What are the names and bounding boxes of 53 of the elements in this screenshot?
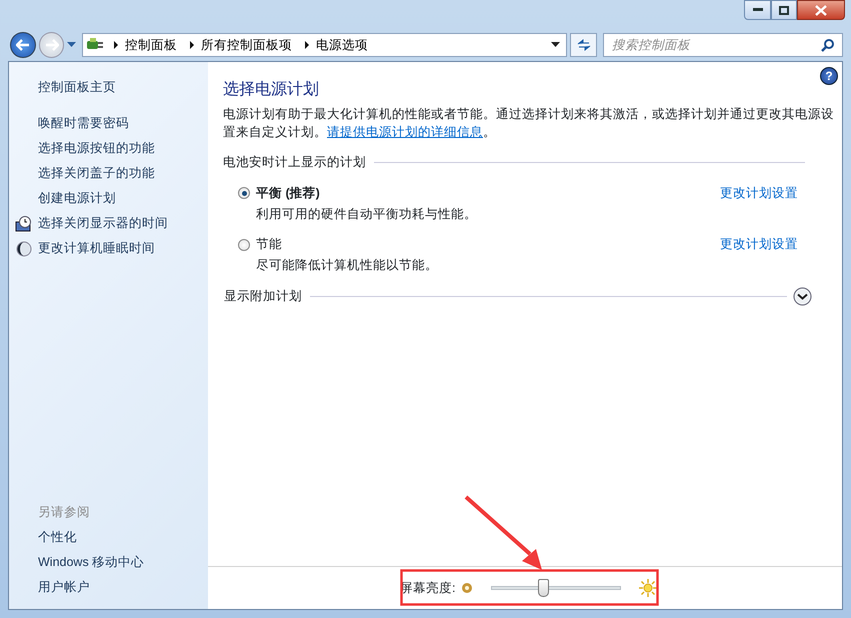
group-heading: 电池安时计上显示的计划 [223,154,366,172]
sidebar-link[interactable]: 用户帐户 [9,575,208,600]
change-settings-link[interactable]: 更改计划设置 [720,235,798,254]
slider-thumb[interactable] [538,579,550,597]
sidebar-link[interactable]: 更改计算机睡眠时间 [38,236,155,261]
minimize-icon [752,8,762,12]
close-icon [815,4,827,16]
address-bar[interactable]: 控制面板 所有控制面板项 电源选项 [82,33,568,57]
additional-plans-label: 显示附加计划 [224,288,302,306]
chevron-icon[interactable] [112,41,120,49]
description-text: 电源计划有助于最大化计算机的性能或者节能。通过选择计划来将其激活，或选择计划并通过更改其电源设置来自定义计划。请提供电源计划的详细信息。 [223,106,835,142]
plan-name: 节能 [256,236,283,254]
minimize-button[interactable] [744,0,771,20]
sidebar-link[interactable]: 创建电源计划 [38,186,116,211]
moon-icon [16,240,32,256]
search-field[interactable]: 搜索控制面板 [603,33,844,57]
expand-button[interactable] [793,287,812,306]
dim-sun-icon [461,582,474,594]
section-heading: 另请参阅 [37,504,91,522]
change-settings-link[interactable]: 更改计划设置 [720,184,798,203]
sidebar-link[interactable]: 控制面板主页 [9,75,208,100]
close-button[interactable] [797,0,845,20]
left-arrow-icon [16,39,30,51]
sidebar-link[interactable]: 选择电源按钮的功能 [38,136,155,161]
plan-description: 尽可能降低计算机性能以节能。 [256,257,439,274]
brightness-slider[interactable] [491,578,622,598]
breadcrumb-item[interactable]: 所有控制面板项 [196,36,298,54]
help-button[interactable]: ? [820,67,838,85]
refresh-button[interactable] [570,33,598,57]
breadcrumb-item[interactable]: 控制面板 [120,36,182,54]
sidebar-link[interactable]: 选择关闭盖子的功能 [38,161,155,186]
details-link[interactable]: 请提供电源计划的详细信息 [327,125,483,140]
sidebar-link[interactable]: 个性化 [9,525,208,550]
breadcrumb-item[interactable]: 电源选项 [311,36,374,54]
plan-name: 平衡 (推荐) [256,184,321,202]
search-icon[interactable] [821,38,836,52]
page-title: 选择电源计划 [223,80,320,100]
radio-button[interactable] [238,187,250,200]
maximize-icon [779,6,789,14]
clock-icon [14,216,32,232]
chevron-icon[interactable] [303,41,312,49]
maximize-button[interactable] [771,0,797,20]
bright-sun-icon [639,579,658,597]
sidebar-link[interactable]: 唤醒时需要密码 [38,111,129,136]
refresh-icon [576,38,592,52]
chevron-icon[interactable] [188,41,196,49]
plan-description: 利用可用的硬件自动平衡功耗与性能。 [256,206,478,223]
radio-button[interactable] [238,238,250,251]
sidebar-link[interactable]: Windows 移动中心 [9,550,208,575]
right-arrow-icon [44,39,58,51]
dropdown-caret-icon[interactable] [551,42,560,48]
sidebar-link[interactable]: 选择关闭显示器的时间 [38,211,168,236]
back-button[interactable] [10,32,36,58]
